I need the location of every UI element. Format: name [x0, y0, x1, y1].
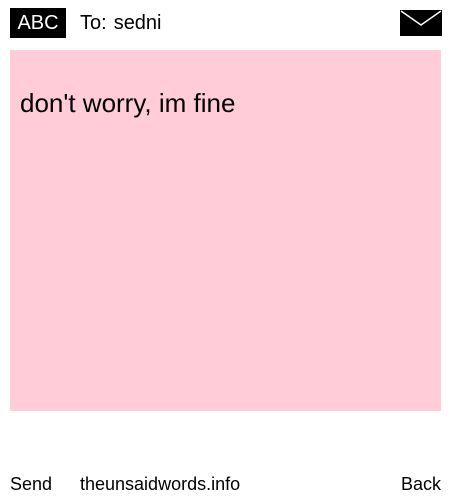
send-button[interactable]: Send — [10, 470, 52, 498]
message-area[interactable]: don't worry, im fine — [10, 50, 441, 411]
input-mode-badge[interactable]: ABC — [10, 8, 66, 38]
recipient-name: sedni — [113, 12, 162, 34]
recipient-line: To: sedni — [80, 8, 162, 38]
message-text: don't worry, im fine — [20, 88, 236, 118]
recipient-prefix: To: — [80, 12, 107, 34]
header-bar: ABC To: sedni — [0, 0, 450, 46]
footer-bar: Send theunsaidwords.info Back — [0, 470, 450, 498]
site-link[interactable]: theunsaidwords.info — [80, 470, 240, 498]
envelope-icon — [400, 10, 442, 36]
back-button[interactable]: Back — [401, 470, 441, 498]
